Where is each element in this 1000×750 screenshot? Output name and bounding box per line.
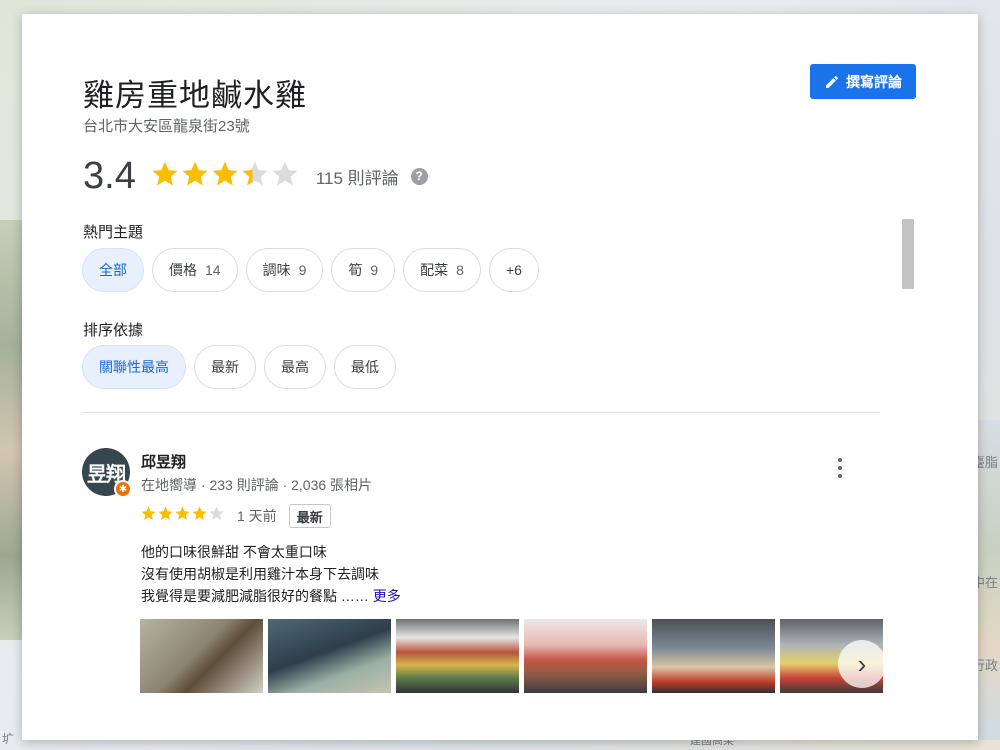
topic-chip-label: 筍 xyxy=(348,262,363,278)
help-icon[interactable]: ? xyxy=(410,167,428,185)
review-line-text: 我覺得是要減肥減脂很好的餐點 …… xyxy=(141,588,369,604)
review-photos xyxy=(140,619,883,693)
star-icon xyxy=(150,159,180,194)
topic-chip-count: 9 xyxy=(370,262,379,278)
review-line: 我覺得是要減肥減脂很好的餐點 …… 更多 xyxy=(141,585,401,607)
sort-chip[interactable]: 關聯性最高 xyxy=(82,345,186,389)
sort-chip[interactable]: 最低 xyxy=(334,345,396,389)
scrollbar-thumb[interactable] xyxy=(902,219,914,289)
topic-chip[interactable]: 全部 xyxy=(82,248,144,292)
topic-chip[interactable]: 價格 14 xyxy=(152,248,238,292)
topic-chip-count: 9 xyxy=(298,262,307,278)
star-icon xyxy=(210,159,240,194)
review-count[interactable]: 115 則評論 xyxy=(316,164,399,189)
star-icon xyxy=(180,159,210,194)
topic-chip[interactable]: 調味 9 xyxy=(245,248,324,292)
topic-chip-label: 價格 xyxy=(169,262,197,278)
divider xyxy=(82,412,880,413)
review-photo[interactable] xyxy=(524,619,647,693)
review-text: 他的口味很鮮甜 不會太重口味 沒有使用胡椒是利用雞汁本身下去調味 我覺得是要減肥… xyxy=(141,541,401,607)
more-link[interactable]: 更多 xyxy=(373,588,401,604)
topics-label: 熱門主題 xyxy=(83,224,144,241)
topic-chips: 全部 價格 14 調味 9 筍 9 配菜 8 +6 xyxy=(82,248,539,292)
star-icon xyxy=(140,505,157,527)
topic-chip-count: 14 xyxy=(205,262,221,278)
star-icon xyxy=(157,505,174,527)
star-icon xyxy=(240,159,270,194)
reviewer-name[interactable]: 邱昱翔 xyxy=(141,451,186,472)
map-left-edge xyxy=(0,220,22,640)
sort-chip[interactable]: 最新 xyxy=(194,345,256,389)
sort-chip[interactable]: 最高 xyxy=(264,345,326,389)
sort-chip-label: 最新 xyxy=(211,359,239,375)
topic-chip-label: 全部 xyxy=(99,262,127,278)
topic-chip[interactable]: 配菜 8 xyxy=(403,248,481,292)
review-photo[interactable] xyxy=(268,619,391,693)
topic-chip[interactable]: 筍9 xyxy=(331,248,396,292)
review-line: 他的口味很鮮甜 不會太重口味 xyxy=(141,544,327,560)
topic-chip-count: 8 xyxy=(456,262,464,278)
rating-summary: 3.4 115 則評論 ? xyxy=(83,152,428,200)
review-stars xyxy=(140,505,225,527)
review-photo[interactable] xyxy=(140,619,263,693)
review-photo[interactable] xyxy=(652,619,775,693)
place-title: 雞房重地鹹水雞 xyxy=(83,78,307,113)
review-line: 沒有使用胡椒是利用雞汁本身下去調味 xyxy=(141,566,379,582)
sort-label: 排序依據 xyxy=(83,322,144,339)
rating-value: 3.4 xyxy=(83,154,136,197)
place-address: 台北市大安區龍泉街23號 xyxy=(83,118,250,135)
star-icon xyxy=(270,159,300,194)
pencil-icon xyxy=(826,75,838,88)
star-icon xyxy=(208,505,225,527)
write-review-label: 撰寫評論 xyxy=(846,73,902,90)
topic-chip-label: +6 xyxy=(505,262,522,278)
newest-badge: 最新 xyxy=(288,504,331,528)
reviews-dialog: 雞房重地鹹水雞 台北市大安區龍泉街23號 撰寫評論 3.4 115 則評論 ? … xyxy=(22,14,978,740)
map-label: 圹 xyxy=(2,732,15,746)
write-review-button[interactable]: 撰寫評論 xyxy=(810,64,916,99)
topic-chip[interactable]: +6 xyxy=(488,248,539,292)
local-guide-badge-icon: ✱ xyxy=(114,480,132,498)
sort-chips: 關聯性最高 最新 最高 最低 xyxy=(82,345,396,389)
reviewer-meta: 在地嚮導 · 233 則評論 · 2,036 張相片 xyxy=(141,477,373,493)
topic-chip-label: 配菜 xyxy=(420,262,449,278)
star-icon xyxy=(191,505,208,527)
review-rating-row: 1 天前 最新 xyxy=(140,504,331,528)
rating-stars xyxy=(150,159,300,194)
sort-chip-label: 關聯性最高 xyxy=(99,359,169,375)
review-time: 1 天前 xyxy=(237,508,277,524)
review-photo[interactable] xyxy=(396,619,519,693)
topic-chip-label: 調味 xyxy=(262,262,291,278)
more-options-icon[interactable] xyxy=(834,458,846,478)
star-icon xyxy=(174,505,191,527)
sort-chip-label: 最高 xyxy=(281,359,309,375)
sort-chip-label: 最低 xyxy=(351,359,379,375)
chevron-right-icon[interactable]: › xyxy=(838,640,886,688)
